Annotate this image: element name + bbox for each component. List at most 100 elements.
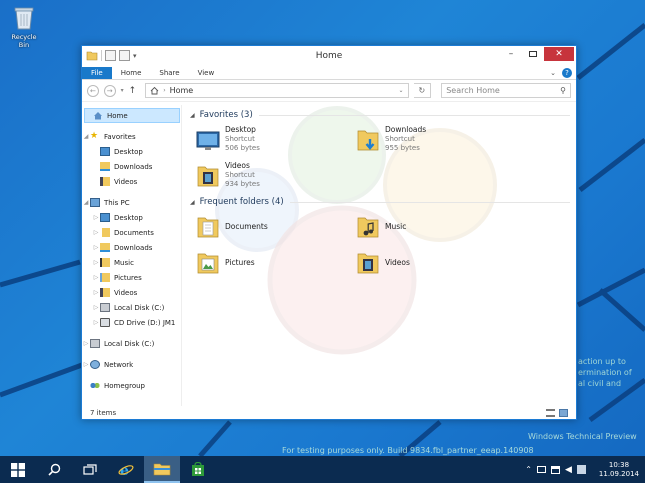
maximize-button[interactable]	[522, 47, 544, 61]
store-button[interactable]	[180, 456, 216, 483]
nav-item-network[interactable]: ▷ Network	[82, 357, 181, 372]
address-bar-row: ← → ▾ ↑ › Home ⌄ ↻ Search Home ⚲	[82, 80, 576, 102]
nav-label: Videos	[114, 288, 138, 297]
music-folder-icon	[100, 258, 110, 267]
item-size: 506 bytes	[225, 144, 260, 153]
address-box[interactable]: › Home ⌄	[145, 83, 409, 98]
item-name: Downloads	[385, 125, 427, 135]
frequent-header: Frequent folders (4)	[199, 197, 284, 207]
nav-item-fav-desktop[interactable]: Desktop	[82, 144, 181, 159]
back-button[interactable]: ←	[87, 84, 99, 97]
clock[interactable]: 10:38 11.09.2014	[599, 461, 639, 479]
volume-icon[interactable]: ◀	[565, 465, 572, 475]
nav-item-favorites[interactable]: ◢ ★ Favorites	[82, 129, 181, 144]
tab-home[interactable]: Home	[112, 67, 151, 79]
frequent-item-pictures[interactable]: Pictures	[196, 246, 356, 279]
nav-item-this-pc[interactable]: ◢ This PC	[82, 195, 181, 210]
desktop-icon	[100, 147, 110, 156]
expand-arrow-icon[interactable]: ▷	[92, 244, 100, 251]
tab-file[interactable]: File	[82, 67, 112, 79]
item-type: Shortcut	[225, 134, 255, 143]
expand-arrow-icon[interactable]: ▷	[92, 289, 100, 296]
collapse-arrow-icon[interactable]: ◢	[82, 133, 90, 140]
frequent-item-music[interactable]: Music	[356, 210, 516, 243]
downloads-folder-icon	[100, 162, 110, 171]
expand-arrow-icon[interactable]: ▷	[92, 274, 100, 281]
forward-button[interactable]: →	[103, 84, 116, 97]
expand-arrow-icon[interactable]: ▷	[92, 229, 100, 236]
address-dropdown-icon[interactable]: ⌄	[398, 87, 403, 94]
tab-share[interactable]: Share	[150, 67, 188, 79]
item-type: Shortcut	[385, 134, 415, 143]
nav-item-homegroup[interactable]: Homegroup	[82, 378, 181, 393]
system-tray: ⌃ ◀ 10:38 11.09.2014	[525, 461, 645, 479]
nav-item-pc-music[interactable]: ▷ Music	[82, 255, 181, 270]
frequent-section-header[interactable]: ◢ Frequent folders (4)	[190, 194, 576, 210]
action-center-icon[interactable]	[536, 466, 546, 473]
refresh-icon: ↻	[418, 86, 426, 95]
large-icons-view-icon[interactable]	[559, 408, 568, 417]
file-explorer-button[interactable]	[144, 456, 180, 483]
desktop-icon	[196, 131, 220, 150]
favorites-section-header[interactable]: ◢ Favorites (3)	[190, 107, 576, 123]
nav-item-local-disk[interactable]: ▷ Local Disk (C:)	[82, 336, 181, 351]
task-view-button[interactable]	[72, 456, 108, 483]
favorite-item-videos[interactable]: Videos Shortcut 934 bytes	[196, 159, 356, 192]
path-chevron-icon: ›	[163, 87, 166, 94]
star-icon: ★	[90, 131, 99, 141]
expand-arrow-icon[interactable]: ▷	[82, 340, 90, 347]
watermark-line: ermination of	[578, 368, 632, 377]
refresh-button[interactable]: ↻	[413, 83, 432, 98]
nav-item-home[interactable]: Home	[84, 108, 180, 123]
watermark-line: al civil and	[578, 379, 622, 388]
internet-explorer-button[interactable]: e	[108, 456, 144, 483]
up-button[interactable]: ↑	[129, 86, 137, 96]
title-bar[interactable]: ▾ Home – ✕	[82, 46, 576, 67]
recycle-bin-icon	[14, 7, 34, 30]
expand-ribbon-icon[interactable]: ⌄	[550, 69, 556, 77]
expand-arrow-icon[interactable]: ▷	[92, 214, 100, 221]
nav-label: Local Disk (C:)	[114, 303, 165, 312]
nav-label: Documents	[114, 228, 154, 237]
language-icon[interactable]	[576, 465, 586, 474]
item-name: Videos	[385, 257, 410, 267]
nav-item-pc-pictures[interactable]: ▷ Pictures	[82, 270, 181, 285]
favorites-grid: Desktop Shortcut 506 bytes Downloads Shortc…	[190, 123, 576, 192]
nav-item-fav-downloads[interactable]: Downloads	[82, 159, 181, 174]
collapse-arrow-icon[interactable]: ◢	[190, 199, 195, 206]
favorite-item-downloads[interactable]: Downloads Shortcut 955 bytes	[356, 123, 516, 156]
taskbar: e ⌃ ◀ 10:38 11.09.2014	[0, 456, 645, 483]
show-hidden-icons-icon[interactable]: ⌃	[525, 465, 532, 474]
nav-item-pc-desktop[interactable]: ▷ Desktop	[82, 210, 181, 225]
nav-item-pc-local-disk[interactable]: ▷ Local Disk (C:)	[82, 300, 181, 315]
frequent-item-documents[interactable]: Documents	[196, 210, 356, 243]
recent-locations-icon[interactable]: ▾	[121, 87, 124, 94]
nav-item-pc-cd-drive[interactable]: ▷ CD Drive (D:) JM1	[82, 315, 181, 330]
collapse-arrow-icon[interactable]: ◢	[190, 112, 195, 119]
expand-arrow-icon[interactable]: ▷	[92, 304, 100, 311]
minimize-icon: –	[508, 49, 514, 59]
recycle-bin[interactable]: Recycle Bin	[6, 4, 42, 49]
expand-arrow-icon[interactable]: ▷	[82, 361, 90, 368]
collapse-arrow-icon[interactable]: ◢	[82, 199, 90, 206]
frequent-item-videos[interactable]: Videos	[356, 246, 516, 279]
search-box[interactable]: Search Home ⚲	[441, 83, 571, 98]
expand-arrow-icon[interactable]: ▷	[92, 319, 100, 326]
nav-label: Network	[104, 360, 134, 369]
start-button[interactable]	[0, 456, 36, 483]
minimize-button[interactable]: –	[500, 47, 522, 61]
network-tray-icon[interactable]	[550, 465, 560, 474]
music-folder-icon	[357, 217, 379, 237]
nav-item-pc-downloads[interactable]: ▷ Downloads	[82, 240, 181, 255]
close-button[interactable]: ✕	[544, 47, 574, 61]
expand-arrow-icon[interactable]: ▷	[92, 259, 100, 266]
tab-view[interactable]: View	[189, 67, 224, 79]
divider	[289, 201, 570, 203]
details-view-icon[interactable]	[546, 408, 555, 417]
search-button[interactable]	[36, 456, 72, 483]
nav-item-pc-documents[interactable]: ▷ Documents	[82, 225, 181, 240]
nav-item-fav-videos[interactable]: Videos	[82, 174, 181, 189]
favorite-item-desktop[interactable]: Desktop Shortcut 506 bytes	[196, 123, 356, 156]
help-icon[interactable]: ?	[562, 68, 572, 78]
nav-item-pc-videos[interactable]: ▷ Videos	[82, 285, 181, 300]
